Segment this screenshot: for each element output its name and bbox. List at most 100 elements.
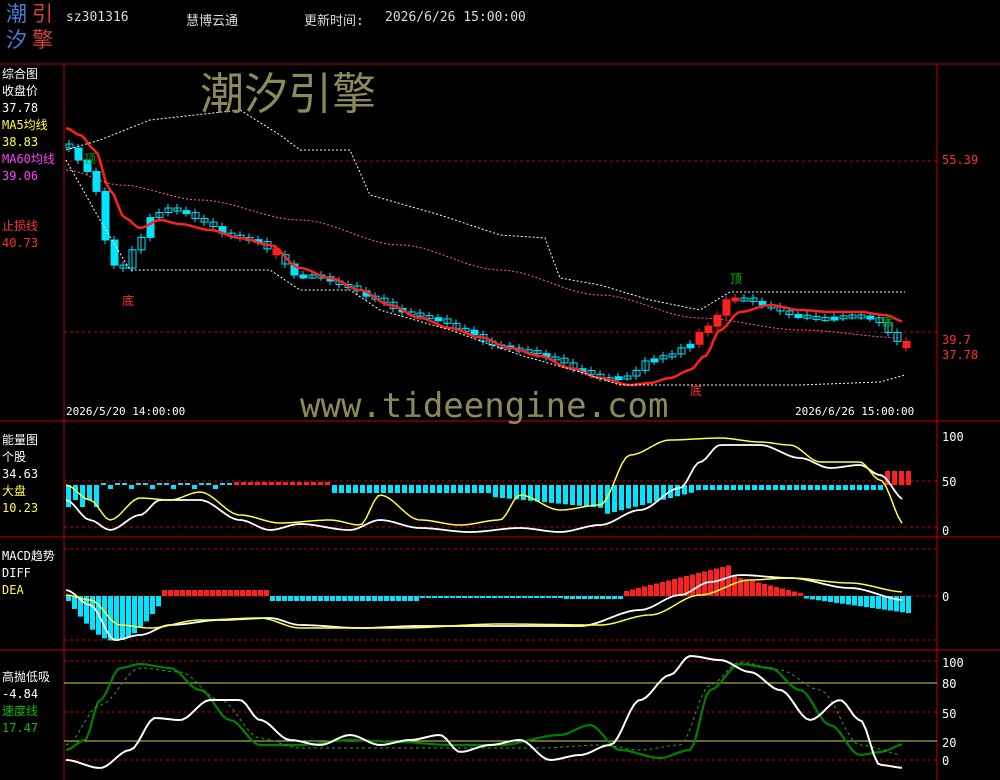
macd-bar — [642, 586, 647, 596]
energy-bar — [290, 482, 295, 485]
macd-bar — [564, 596, 569, 599]
top-mark: 顶 — [730, 272, 743, 286]
macd-bar — [402, 596, 407, 601]
highlow-tick: 100 — [942, 656, 964, 670]
energy-tick: 100 — [942, 430, 964, 444]
macd-bar — [210, 590, 215, 596]
energy-bar — [353, 485, 358, 493]
energy-bar — [241, 482, 246, 485]
macd-bar — [498, 596, 503, 598]
highlow-value: -4.84 — [2, 687, 39, 701]
macd-bar — [426, 596, 431, 598]
macd-bar — [744, 579, 749, 596]
energy-bar — [465, 485, 470, 493]
upper-band-line — [65, 109, 905, 311]
candle — [614, 376, 623, 381]
energy-bar — [815, 485, 820, 490]
energy-bar — [339, 485, 344, 493]
energy-bar — [199, 483, 204, 485]
macd-bar — [786, 590, 791, 596]
macd-bar — [288, 596, 293, 601]
highlow-tick: 0 — [942, 754, 950, 768]
energy-bar — [801, 485, 806, 490]
energy-bar — [787, 485, 792, 490]
macd-bar — [312, 596, 317, 601]
candle — [650, 358, 659, 363]
market-value: 10.23 — [2, 501, 39, 515]
macd-bar — [558, 596, 563, 598]
energy-bar — [731, 485, 736, 490]
energy-bar — [612, 485, 617, 512]
energy-bar — [759, 485, 764, 490]
macd-bar — [900, 596, 905, 613]
energy-bar — [871, 485, 876, 490]
macd-bar — [216, 590, 221, 596]
macd-bar — [840, 596, 845, 604]
macd-bar — [882, 596, 887, 610]
macd-bar — [570, 596, 575, 599]
energy-bar — [556, 485, 561, 504]
macd-bar — [552, 596, 557, 598]
energy-bar — [647, 485, 652, 504]
energy-bar — [899, 471, 904, 485]
energy-bar — [850, 485, 855, 490]
macd-bar — [204, 590, 209, 596]
macd-bar — [144, 596, 149, 622]
macd-bar — [486, 596, 491, 598]
energy-bar — [346, 485, 351, 493]
macd-bar — [678, 577, 683, 596]
energy-bar — [570, 485, 575, 505]
macd-bar — [732, 576, 737, 596]
candle — [92, 170, 101, 192]
candle — [830, 316, 839, 321]
macd-bar — [276, 596, 281, 601]
energy-bar — [773, 485, 778, 490]
close-value: 37.78 — [2, 101, 39, 115]
macd-bar — [666, 580, 671, 596]
energy-bar — [493, 485, 498, 498]
macd-bar — [474, 596, 479, 598]
bottom-mark-2: 底 — [690, 384, 703, 398]
macd-bar — [168, 590, 173, 596]
energy-bar — [269, 482, 274, 485]
macd-bar — [300, 596, 305, 601]
stock-label: 个股 — [2, 450, 27, 464]
macd-bar — [516, 596, 521, 598]
macd-bar — [66, 596, 71, 601]
macd-bar — [348, 596, 353, 601]
energy-bar — [178, 483, 183, 485]
energy-bar — [710, 485, 715, 490]
macd-bar — [480, 596, 485, 598]
energy-bar — [675, 485, 680, 497]
energy-bar — [878, 485, 883, 490]
energy-bar — [829, 485, 834, 490]
ma60-line — [65, 169, 901, 339]
macd-bar — [384, 596, 389, 601]
macd-zero-tick: 0 — [942, 590, 950, 604]
energy-bar — [66, 485, 71, 507]
macd-bar — [618, 596, 623, 599]
macd-bar — [258, 590, 263, 596]
macd-bar — [876, 596, 881, 609]
macd-bar — [774, 587, 779, 596]
macd-bar — [306, 596, 311, 601]
energy-bar — [906, 471, 911, 485]
energy-bar — [857, 485, 862, 490]
macd-bar — [72, 596, 77, 609]
macd-bar — [378, 596, 383, 601]
macd-bar — [468, 596, 473, 598]
energy-bar — [304, 482, 309, 485]
macd-bar — [762, 584, 767, 596]
energy-bar — [808, 485, 813, 490]
market-label: 大盘 — [2, 484, 27, 498]
macd-bar — [630, 589, 635, 596]
energy-bar — [171, 485, 176, 489]
macd-bar — [756, 582, 761, 596]
macd-bar — [450, 596, 455, 598]
stop-label: 止损线 — [2, 219, 39, 233]
diff-label: DIFF — [2, 566, 31, 580]
energy-bar — [227, 483, 232, 485]
stock-value: 34.63 — [2, 467, 39, 481]
macd-bar — [606, 596, 611, 599]
macd-bar — [588, 596, 593, 599]
